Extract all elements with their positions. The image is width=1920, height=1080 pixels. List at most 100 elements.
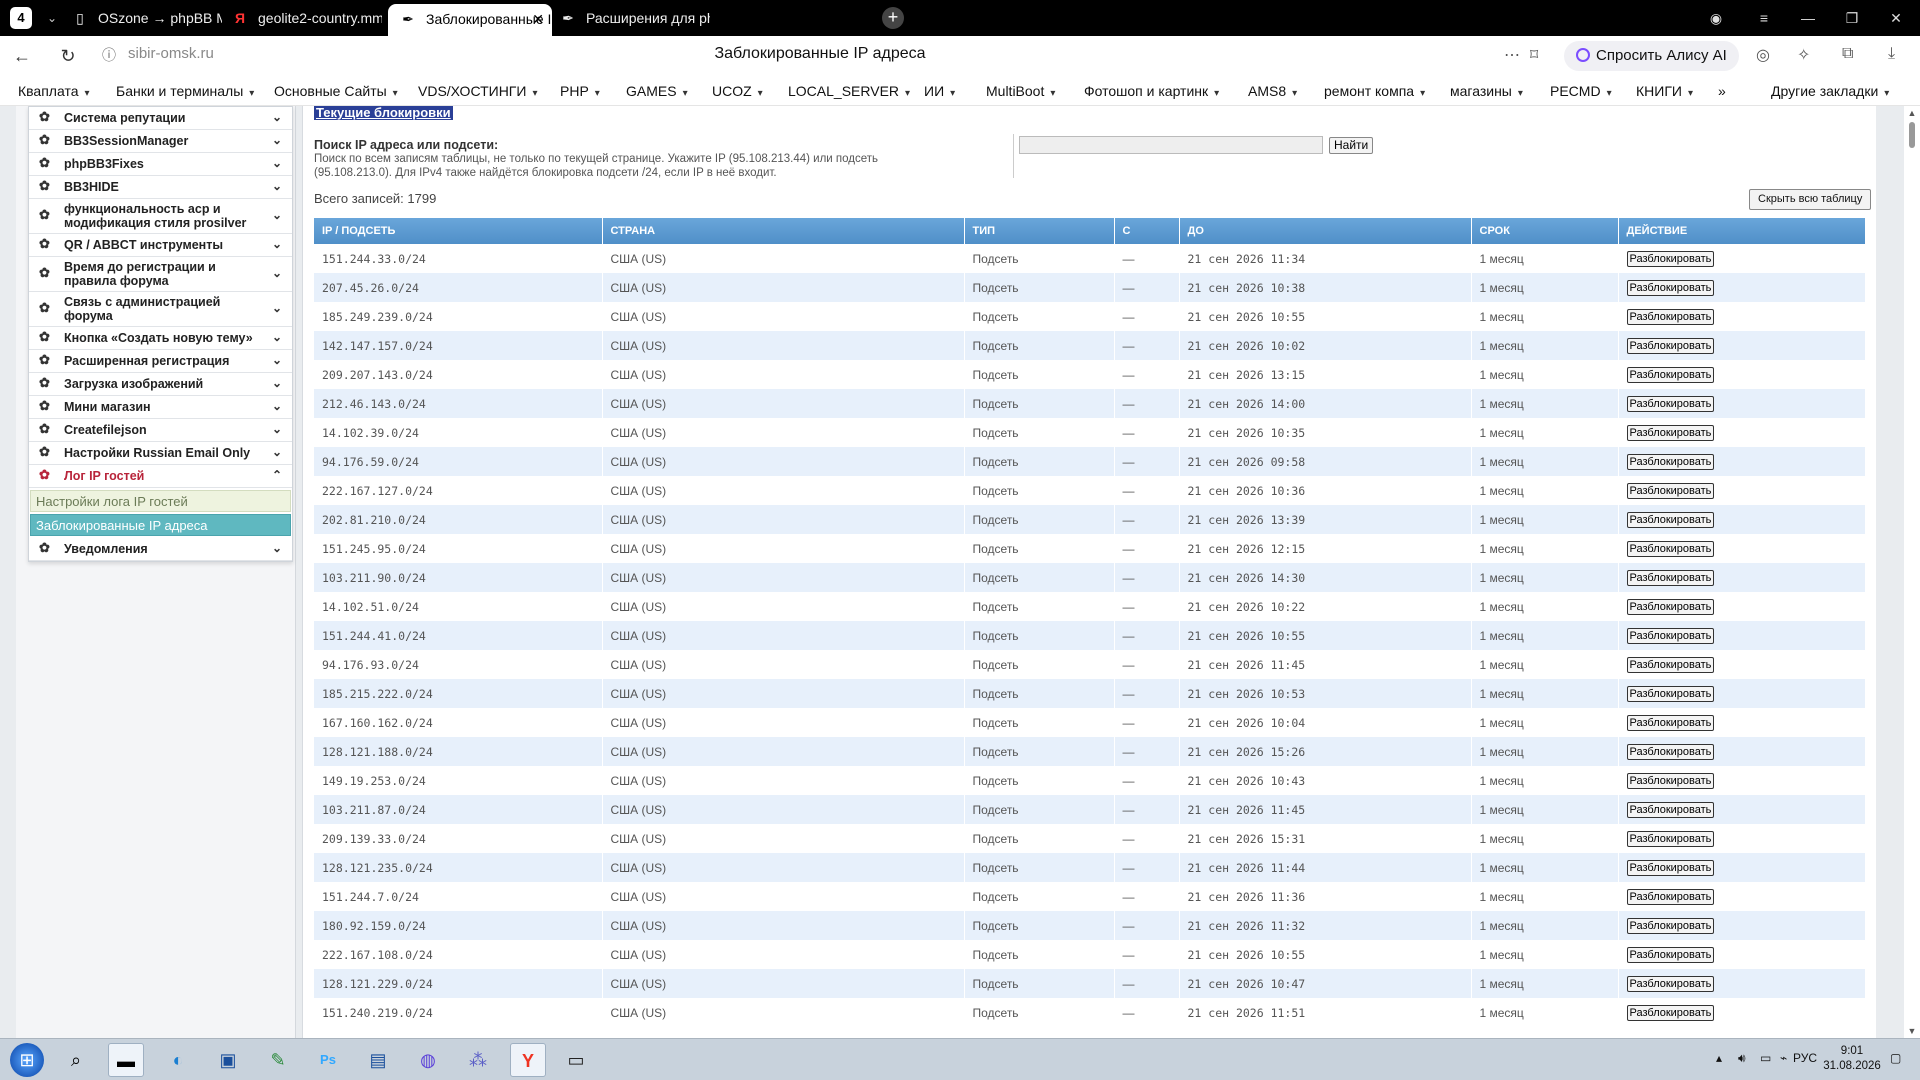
menu-item[interactable]: ✿ Расширенная регистрация ⌄	[29, 350, 292, 373]
store-icon[interactable]: ▣	[210, 1043, 246, 1077]
downloads-icon[interactable]: ⤓	[1888, 45, 1895, 63]
scroll-down-icon[interactable]: ▼	[1904, 1026, 1920, 1036]
unblock-button[interactable]: Разблокировать	[1626, 1004, 1715, 1021]
bookmark-folder[interactable]: ИИ ▾	[924, 83, 955, 99]
back-arrow-icon[interactable]: ←	[10, 44, 34, 68]
menu-item[interactable]: ✿ QR / ABBCT инструменты ⌄	[29, 234, 292, 257]
notepad-icon[interactable]: ✎	[260, 1043, 296, 1077]
tab-oszone[interactable]: ▯ OSzone → phpBB Migratio	[72, 4, 222, 32]
start-orb-icon[interactable]: ⊞	[10, 1043, 44, 1077]
bookmark-folder[interactable]: MultiBoot ▾	[986, 83, 1055, 99]
bookmark-icon[interactable]: ⌑	[1530, 45, 1538, 65]
menu-item[interactable]: ✿ Createfilejson ⌄	[29, 419, 292, 442]
tray-expand-icon[interactable]: ▴	[1716, 1051, 1722, 1065]
restore-icon[interactable]: ❐	[1830, 0, 1874, 36]
scroll-thumb[interactable]	[1909, 122, 1915, 148]
profile-icon[interactable]: ◉	[1694, 0, 1738, 36]
close-window-icon[interactable]: ✕	[1874, 0, 1918, 36]
monitor-icon[interactable]: ▭	[1760, 1051, 1771, 1065]
unblock-button[interactable]: Разблокировать	[1626, 424, 1715, 441]
bookmark-folder[interactable]: Кваплата ▾	[18, 83, 90, 99]
more-dots-icon[interactable]: ⋯	[1504, 45, 1520, 65]
bookmark-folder[interactable]: GAMES ▾	[626, 83, 688, 99]
site-info-icon[interactable]: ⓘ	[102, 45, 116, 65]
submenu-guest-ip-settings[interactable]: Настройки лога IP гостей	[30, 490, 291, 512]
find-button[interactable]: Найти	[1329, 137, 1374, 154]
unblock-button[interactable]: Разблокировать	[1626, 917, 1715, 934]
collections-icon[interactable]: ⧉	[1842, 45, 1853, 63]
search-icon[interactable]: ⌕	[58, 1043, 94, 1077]
ask-alisa-button[interactable]: Спросить Алису AI	[1564, 41, 1739, 71]
bookmark-folder[interactable]: PHP ▾	[560, 83, 600, 99]
bookmark-folder[interactable]: Основные Сайты ▾	[274, 83, 398, 99]
submenu-blocked-ips[interactable]: Заблокированные IP адреса	[30, 514, 291, 536]
menu-item[interactable]: ✿ Загрузка изображений ⌄	[29, 373, 292, 396]
close-tab-icon[interactable]: ✕	[532, 4, 544, 34]
unblock-button[interactable]: Разблокировать	[1626, 569, 1715, 586]
hide-table-button[interactable]: Скрыть всю таблицу	[1749, 189, 1872, 210]
menu-item[interactable]: ✿ phpBB3Fixes ⌄	[29, 153, 292, 176]
teams-icon[interactable]: ⁂	[460, 1043, 496, 1077]
unblock-button[interactable]: Разблокировать	[1626, 337, 1715, 354]
more-bookmarks-button[interactable]: »	[1718, 83, 1726, 99]
bookmark-folder[interactable]: Фотошоп и картинк ▾	[1084, 83, 1219, 99]
bookmark-folder[interactable]: LOCAL_SERVER ▾	[788, 83, 910, 99]
tab-list-chevron-icon[interactable]: ⌄	[40, 6, 64, 30]
bookmark-folder[interactable]: VDS/ХОСТИНГИ ▾	[418, 83, 537, 99]
unblock-button[interactable]: Разблокировать	[1626, 482, 1715, 499]
unblock-button[interactable]: Разблокировать	[1626, 946, 1715, 963]
ip-search-input[interactable]	[1019, 136, 1323, 154]
volume-icon[interactable]: 🔊︎	[1738, 1051, 1746, 1066]
menu-item[interactable]: ✿ Система репутации ⌄	[29, 107, 292, 130]
media-icon[interactable]: ▤	[360, 1043, 396, 1077]
bookmark-folder[interactable]: магазины ▾	[1450, 83, 1523, 99]
menu-item[interactable]: ✿ BB3SessionManager ⌄	[29, 130, 292, 153]
menu-item-notifications[interactable]: ✿ Уведомления ⌄	[29, 538, 292, 561]
hamburger-menu-icon[interactable]: ≡	[1742, 0, 1786, 36]
extension-circle-icon[interactable]: ◎	[1756, 45, 1770, 65]
menu-item[interactable]: ✿ Мини магазин ⌄	[29, 396, 292, 419]
url-text[interactable]: sibir-omsk.ru	[128, 45, 214, 62]
unblock-button[interactable]: Разблокировать	[1626, 308, 1715, 325]
menu-item[interactable]: ✿ функциональность acp и модификация стил…	[29, 199, 292, 234]
unblock-button[interactable]: Разблокировать	[1626, 453, 1715, 470]
menu-item[interactable]: ✿ BB3HIDE ⌄	[29, 176, 292, 199]
photoshop-icon[interactable]: Ps	[310, 1043, 346, 1077]
minimize-icon[interactable]: —	[1786, 0, 1830, 36]
unblock-button[interactable]: Разблокировать	[1626, 540, 1715, 557]
page-scrollbar[interactable]: ▲ ▼	[1904, 106, 1920, 1038]
unblock-button[interactable]: Разблокировать	[1626, 366, 1715, 383]
bookmark-folder[interactable]: ремонт компа ▾	[1324, 83, 1425, 99]
menu-item[interactable]: ✿ Настройки Russian Email Only ⌄	[29, 442, 292, 465]
unblock-button[interactable]: Разблокировать	[1626, 859, 1715, 876]
new-tab-icon[interactable]: +	[882, 7, 904, 29]
unblock-button[interactable]: Разблокировать	[1626, 395, 1715, 412]
scroll-up-icon[interactable]: ▲	[1904, 108, 1920, 118]
network-icon[interactable]: ⌁	[1780, 1051, 1787, 1065]
bookmark-folder[interactable]: UCOZ ▾	[712, 83, 763, 99]
notifications-icon[interactable]: ▢	[1890, 1051, 1901, 1065]
bookmark-folder[interactable]: AMS8 ▾	[1248, 83, 1297, 99]
menu-item[interactable]: ✿ Кнопка «Создать новую тему» ⌄	[29, 327, 292, 350]
tab-blocked-ips[interactable]: ✒Заблокированные IP а ✕	[388, 4, 552, 36]
unblock-button[interactable]: Разблокировать	[1626, 627, 1715, 644]
unblock-button[interactable]: Разблокировать	[1626, 830, 1715, 847]
puzzle-icon[interactable]: ✧	[1797, 45, 1810, 65]
unblock-button[interactable]: Разблокировать	[1626, 975, 1715, 992]
edge-icon[interactable]: ◐	[160, 1043, 196, 1077]
bookmark-folder[interactable]: PECMD ▾	[1550, 83, 1612, 99]
bookmark-folder[interactable]: КНИГИ ▾	[1636, 83, 1693, 99]
file-explorer-icon[interactable]: ▬	[108, 1043, 144, 1077]
menu-item-guest-ip-log[interactable]: ✿ Лог IP гостей ⌃	[29, 465, 292, 488]
tab-extensions[interactable]: ✒ Расширения для phpBB3	[560, 4, 710, 32]
unblock-button[interactable]: Разблокировать	[1626, 743, 1715, 760]
other-bookmarks[interactable]: Другие закладки ▾	[1771, 83, 1889, 99]
unblock-button[interactable]: Разблокировать	[1626, 511, 1715, 528]
tab-count-badge[interactable]: 4	[10, 7, 32, 29]
unblock-button[interactable]: Разблокировать	[1626, 772, 1715, 789]
yandex-icon[interactable]: Y	[510, 1043, 546, 1077]
menu-item[interactable]: ✿ Время до регистрации и правила форума ⌄	[29, 257, 292, 292]
unblock-button[interactable]: Разблокировать	[1626, 250, 1715, 267]
terminal-icon[interactable]: ▭	[558, 1043, 594, 1077]
unblock-button[interactable]: Разблокировать	[1626, 279, 1715, 296]
